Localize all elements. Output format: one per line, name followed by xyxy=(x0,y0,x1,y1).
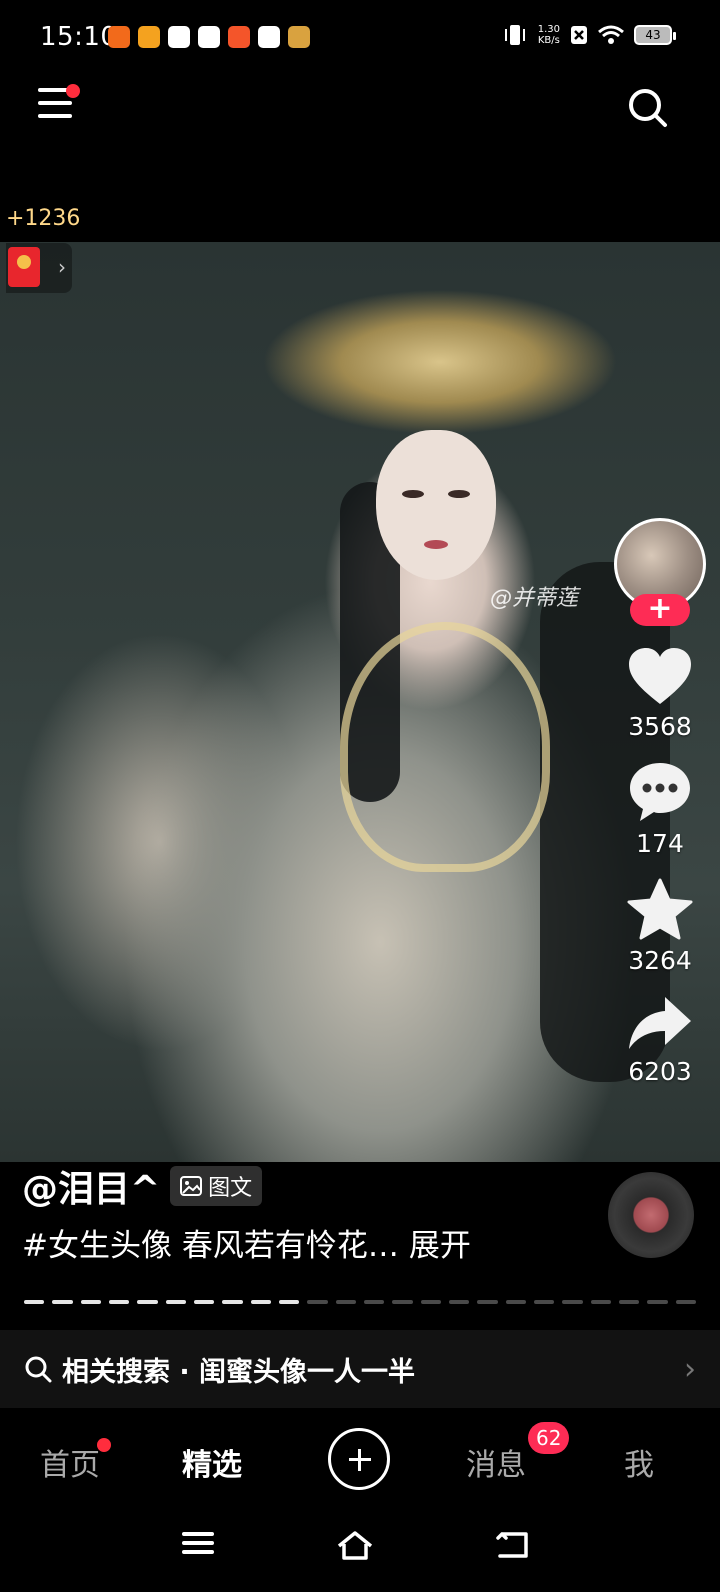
progress-segment xyxy=(108,1300,130,1304)
progress-segment xyxy=(137,1300,158,1304)
progress-segment xyxy=(250,1300,271,1304)
app-icon-1 xyxy=(108,26,130,48)
progress-segment xyxy=(448,1300,470,1304)
progress-segment xyxy=(562,1300,583,1304)
progress-segment xyxy=(618,1300,640,1304)
image-progress-bar xyxy=(24,1300,696,1304)
tiktok-icon xyxy=(258,26,280,48)
create-post-button[interactable] xyxy=(328,1428,390,1490)
progress-segment xyxy=(222,1300,243,1304)
wifi-icon xyxy=(598,25,624,44)
image-harp xyxy=(340,622,550,872)
tab-home[interactable]: 首页 xyxy=(40,1440,100,1484)
comment-icon xyxy=(630,763,690,821)
back-button[interactable] xyxy=(496,1530,530,1564)
battery-indicator: 43 xyxy=(634,25,676,45)
red-envelope-icon xyxy=(8,247,40,287)
messages-badge: 62 xyxy=(528,1422,570,1454)
app-icon-5 xyxy=(228,26,250,48)
music-disc[interactable] xyxy=(608,1172,694,1258)
post-caption[interactable]: #女生头像 春风若有怜花… 展开 xyxy=(22,1220,471,1265)
progress-segment xyxy=(24,1300,45,1304)
status-time: 15:10 xyxy=(40,22,118,52)
app-icon-4 xyxy=(198,26,220,48)
progress-segment xyxy=(335,1300,356,1304)
like-count: 3568 xyxy=(628,712,692,741)
home-notification-dot xyxy=(97,1438,111,1452)
image-eye xyxy=(448,490,470,498)
share-count: 6203 xyxy=(628,1057,692,1086)
progress-segment xyxy=(675,1300,696,1304)
related-search-label: 相关搜索 · 闺蜜头像一人一半 xyxy=(62,1356,416,1388)
recents-button[interactable] xyxy=(182,1530,214,1560)
star-icon xyxy=(627,878,693,940)
share-arrow-icon xyxy=(629,997,691,1049)
search-icon xyxy=(629,89,667,127)
share-button[interactable]: 6203 xyxy=(612,995,708,1086)
search-button[interactable] xyxy=(626,86,668,128)
favorite-count: 3264 xyxy=(628,946,692,975)
red-packet-button[interactable]: › xyxy=(6,243,72,293)
progress-segment xyxy=(420,1300,441,1304)
progress-segment xyxy=(477,1300,498,1304)
progress-segment xyxy=(193,1300,215,1304)
caption-text: #女生头像 春风若有怜花… xyxy=(22,1228,399,1264)
chevron-right-icon: › xyxy=(684,1351,696,1387)
progress-segment xyxy=(647,1300,668,1304)
menu-line xyxy=(38,101,72,105)
author-row: @泪目^ 图文 xyxy=(22,1160,263,1212)
menu-line xyxy=(38,114,72,118)
menu-notification-dot xyxy=(66,84,80,98)
progress-segment xyxy=(392,1300,413,1304)
coin-reward-counter[interactable]: +1236 xyxy=(6,206,80,231)
image-face xyxy=(376,430,496,580)
network-speed: 1.30 KB/s xyxy=(538,24,560,46)
network-speed-unit: KB/s xyxy=(537,35,560,46)
chevron-right-icon: › xyxy=(58,255,66,279)
tab-me[interactable]: 我 xyxy=(624,1440,654,1484)
tab-featured[interactable]: 精选 xyxy=(182,1440,242,1484)
heart-icon xyxy=(629,648,691,704)
status-app-icons xyxy=(108,26,310,48)
app-icon-2 xyxy=(138,26,160,48)
image-eye xyxy=(402,490,424,498)
tab-messages[interactable]: 消息 xyxy=(466,1440,526,1484)
app-icon-3 xyxy=(168,26,190,48)
related-search-bar[interactable]: 相关搜索 · 闺蜜头像一人一半 › xyxy=(0,1330,720,1408)
like-button[interactable]: 3568 xyxy=(612,646,708,741)
sim-icon xyxy=(571,26,587,44)
progress-segment xyxy=(307,1300,328,1304)
image-lips xyxy=(424,540,448,549)
post-type-badge: 图文 xyxy=(170,1166,263,1206)
post-type-label: 图文 xyxy=(208,1176,253,1201)
system-nav-bar xyxy=(0,1500,720,1592)
progress-segment xyxy=(363,1300,385,1304)
progress-segment xyxy=(52,1300,73,1304)
favorite-button[interactable]: 3264 xyxy=(612,878,708,975)
menu-icon xyxy=(182,1532,214,1554)
image-icon xyxy=(180,1176,203,1196)
progress-segment xyxy=(505,1300,526,1304)
action-rail: + 3568 174 3264 6203 xyxy=(612,518,708,1086)
image-watermark: @并蒂莲 xyxy=(490,586,579,611)
back-icon xyxy=(496,1532,528,1558)
expand-link[interactable]: 展开 xyxy=(409,1228,471,1264)
status-bar: 15:10 1.30 KB/s 43 xyxy=(0,0,720,78)
app-icon-7 xyxy=(288,26,310,48)
follow-button[interactable]: + xyxy=(630,594,690,626)
progress-segment xyxy=(80,1300,101,1304)
vibrate-icon xyxy=(504,25,525,45)
home-icon xyxy=(337,1531,373,1560)
progress-segment xyxy=(533,1300,555,1304)
progress-segment xyxy=(590,1300,611,1304)
status-indicators: 1.30 KB/s 43 xyxy=(502,24,676,46)
network-speed-value: 1.30 xyxy=(537,24,560,35)
progress-segment xyxy=(278,1300,300,1304)
progress-segment xyxy=(165,1300,186,1304)
author-name[interactable]: @泪目^ xyxy=(22,1160,160,1212)
search-icon xyxy=(25,1356,52,1383)
comment-count: 174 xyxy=(636,829,684,858)
comment-button[interactable]: 174 xyxy=(612,761,708,858)
home-button[interactable] xyxy=(336,1530,374,1564)
